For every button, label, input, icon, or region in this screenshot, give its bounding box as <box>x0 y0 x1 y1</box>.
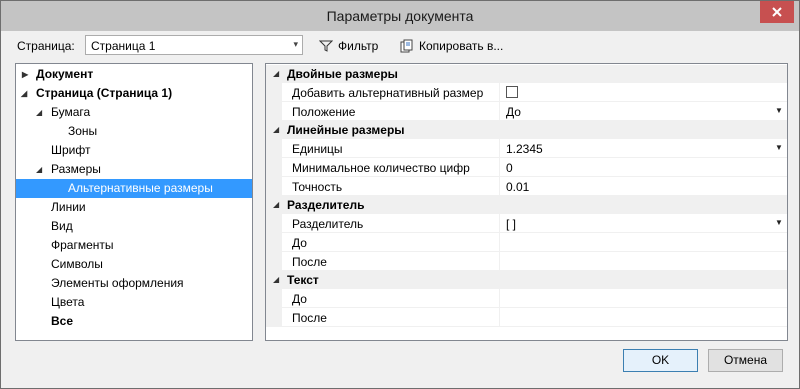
title-bar[interactable]: Параметры документа <box>1 1 799 31</box>
chevron-down-icon[interactable]: ▼ <box>775 106 783 115</box>
cancel-button[interactable]: Отмена <box>708 349 783 372</box>
collapse-arrow-icon[interactable]: ◢ <box>273 200 279 209</box>
property-name: До <box>292 236 307 250</box>
property-name: Разделитель <box>292 217 364 231</box>
property-row[interactable]: После <box>266 308 787 327</box>
property-row[interactable]: До <box>266 233 787 252</box>
copy-icon <box>400 39 413 53</box>
property-name: До <box>292 292 307 306</box>
property-row[interactable]: Разделитель [ ] ▼ <box>266 214 787 233</box>
tree-item-zones[interactable]: Зоны <box>16 122 252 141</box>
property-grid: ◢ Двойные размеры Добавить альтернативный… <box>265 63 788 341</box>
separator-value[interactable]: [ ] <box>506 217 516 231</box>
add-alt-dimension-checkbox[interactable] <box>506 86 518 98</box>
tree-item-decorations[interactable]: Элементы оформления <box>16 274 252 293</box>
close-icon <box>772 7 782 17</box>
property-row[interactable]: Добавить альтернативный размер <box>266 83 787 102</box>
category-dual-dimensions[interactable]: ◢ Двойные размеры <box>266 65 787 83</box>
collapse-arrow-icon[interactable]: ◢ <box>273 125 279 134</box>
page-select-value: Страница 1 <box>91 39 156 53</box>
chevron-down-icon[interactable]: ▼ <box>775 143 783 152</box>
collapse-arrow-icon[interactable]: ◢ <box>273 275 279 284</box>
tree-item-colors[interactable]: Цвета <box>16 293 252 312</box>
property-row[interactable]: Минимальное количество цифр 0 <box>266 158 787 177</box>
tree-item-dimensions[interactable]: ◢ Размеры <box>16 160 252 179</box>
property-name: После <box>292 311 327 325</box>
chevron-down-icon: ▾ <box>293 39 298 49</box>
filter-button-label: Фильтр <box>338 39 379 53</box>
collapse-arrow-icon[interactable]: ◢ <box>36 103 42 122</box>
collapse-arrow-icon[interactable]: ◢ <box>36 160 42 179</box>
units-value[interactable]: 1.2345 <box>506 142 543 156</box>
tree-item-view[interactable]: Вид <box>16 217 252 236</box>
precision-value[interactable]: 0.01 <box>506 180 529 194</box>
category-linear-dimensions[interactable]: ◢ Линейные размеры <box>266 121 787 139</box>
property-row[interactable]: Единицы 1.2345 ▼ <box>266 139 787 158</box>
property-name: После <box>292 255 327 269</box>
tree-item-symbols[interactable]: Символы <box>16 255 252 274</box>
chevron-down-icon[interactable]: ▼ <box>775 218 783 227</box>
copy-to-button-label: Копировать в... <box>419 39 504 53</box>
property-name: Положение <box>292 105 356 119</box>
tree-item-font[interactable]: Шрифт <box>16 141 252 160</box>
property-name: Минимальное количество цифр <box>292 161 470 175</box>
property-name: Единицы <box>292 142 343 156</box>
property-row[interactable]: До <box>266 289 787 308</box>
category-separator[interactable]: ◢ Разделитель <box>266 196 787 214</box>
close-button[interactable] <box>760 1 794 23</box>
collapse-arrow-icon[interactable]: ◢ <box>273 69 279 78</box>
filter-icon <box>319 40 333 52</box>
expand-arrow-icon[interactable]: ▶ <box>22 65 28 84</box>
settings-tree[interactable]: ▶ Документ ◢ Страница (Страница 1) ◢ Бумага… <box>15 63 253 341</box>
property-row[interactable]: Точность 0.01 <box>266 177 787 196</box>
tree-item-all[interactable]: Все <box>16 312 252 331</box>
filter-button[interactable]: Фильтр <box>319 37 378 55</box>
tree-item-page[interactable]: ◢ Страница (Страница 1) <box>16 84 252 103</box>
position-value[interactable]: До <box>506 105 521 119</box>
property-name: Точность <box>292 180 343 194</box>
page-select[interactable]: Страница 1 ▾ <box>85 35 303 55</box>
tree-item-paper[interactable]: ◢ Бумага <box>16 103 252 122</box>
page-label: Страница: <box>17 39 75 53</box>
document-settings-dialog: Параметры документа Страница: Страница 1… <box>0 0 800 389</box>
min-digits-value[interactable]: 0 <box>506 161 513 175</box>
copy-to-button[interactable]: Копировать в... <box>400 37 503 55</box>
category-text[interactable]: ◢ Текст <box>266 271 787 289</box>
tree-item-document[interactable]: ▶ Документ <box>16 65 252 84</box>
ok-button[interactable]: OK <box>623 349 698 372</box>
collapse-arrow-icon[interactable]: ◢ <box>21 84 27 103</box>
tree-item-alt-dimensions[interactable]: Альтернативные размеры <box>16 179 252 198</box>
property-row[interactable]: Положение До ▼ <box>266 102 787 121</box>
window-title: Параметры документа <box>326 8 474 24</box>
tree-item-fragments[interactable]: Фрагменты <box>16 236 252 255</box>
property-row[interactable]: После <box>266 252 787 271</box>
property-name: Добавить альтернативный размер <box>292 86 484 100</box>
tree-item-lines[interactable]: Линии <box>16 198 252 217</box>
